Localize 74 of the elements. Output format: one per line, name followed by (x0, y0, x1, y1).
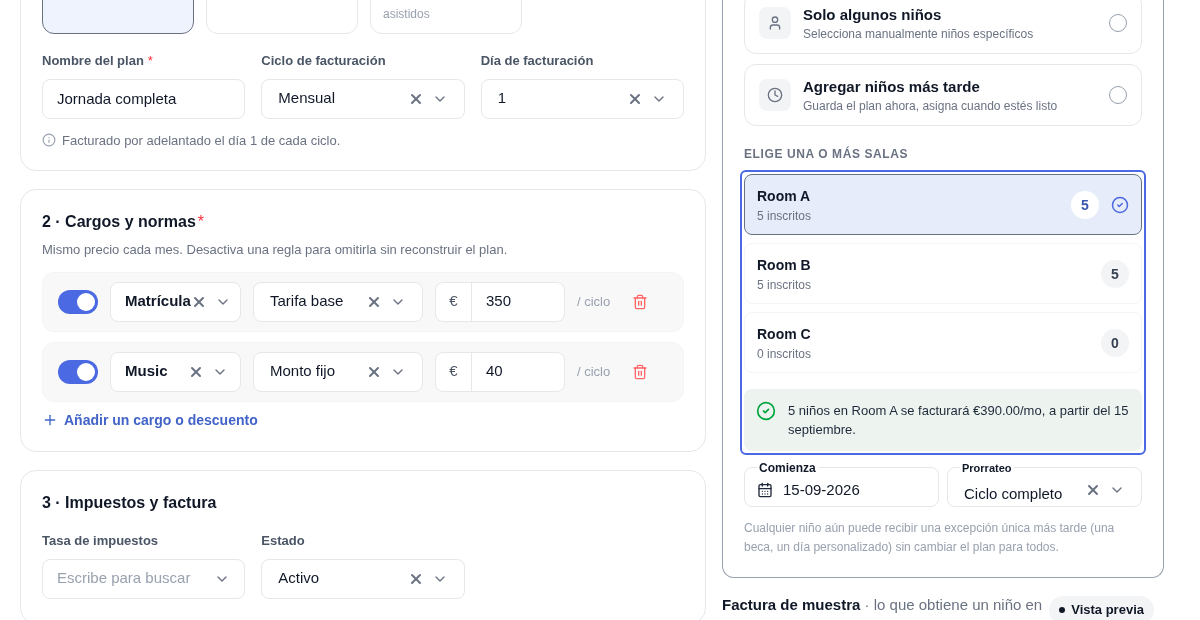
assign-option-card[interactable]: Agregar niños más tarde Guarda el plan ahora, asigna cuando estés listo (744, 64, 1142, 126)
amount-value: 40 (485, 361, 504, 382)
text-field[interactable]: Jornada completa (42, 78, 246, 119)
select-field[interactable]: Mensual (261, 78, 465, 119)
currency-prefix: € (436, 352, 472, 391)
room-name: Room B (757, 255, 812, 275)
section-title: 3 · Impuestos y factura (42, 493, 218, 513)
select-value: Matrícula (125, 291, 191, 312)
required-asterisk: * (147, 52, 153, 70)
section-description: Mismo precio cada mes. Desactiva una regla para omitirla sin reconstruir el plan. (42, 241, 509, 259)
assign-option-card[interactable]: Solo algunos niños Selecciona manualmente niños específicos (744, 0, 1142, 54)
amount-field[interactable]: € 40 (435, 351, 565, 392)
section-title: 2 · Cargos y normas (42, 212, 196, 232)
add-charge-link[interactable]: Añadir un cargo o descuento (42, 409, 258, 431)
select-value: Ciclo completo (964, 483, 1063, 504)
check-circle-icon (756, 401, 776, 421)
plus-icon (42, 412, 58, 428)
room-name: Room A (757, 186, 812, 206)
field-label: Nombre del plan (42, 52, 144, 70)
room-enrolled: 5 inscritos (757, 207, 812, 224)
select-value: Mensual (278, 88, 336, 109)
delete-icon[interactable] (632, 363, 648, 380)
charge-name-select[interactable]: Matrícula (110, 281, 241, 322)
room-option[interactable]: Room C 0 inscritos 0 (744, 312, 1142, 373)
count-badge: 0 (1101, 328, 1129, 357)
option-subtitle: Selecciona manualmente niños específicos (803, 26, 1034, 43)
unit-label: / ciclo (577, 362, 611, 381)
charge-name-select[interactable]: Music (110, 351, 241, 392)
note-text: Cualquier niño aún puede recibir una excepción única más tarde (una beca, un día personalizado) sin cambiar el plan para todos. (744, 520, 1116, 556)
select-value: Monto fijo (270, 361, 336, 382)
field-label: Estado (261, 532, 305, 550)
tile-caption: asistidos (383, 7, 430, 21)
delete-icon[interactable] (632, 293, 648, 310)
option-subtitle: Guarda el plan ahora, asigna cuando estés listo (803, 98, 1058, 115)
field-label: Tasa de impuestos (42, 532, 159, 550)
toggle-switch[interactable] (58, 359, 98, 384)
summary-text: 5 niños en Room A se facturará €390.00/mo, a partir del 15 septiembre. (788, 402, 1130, 439)
select-field[interactable]: Activo (261, 558, 465, 599)
required-asterisk: * (197, 212, 205, 232)
select-field[interactable]: 1 (480, 78, 684, 119)
preview-badge: Vista previa (1049, 596, 1154, 620)
clear-icon[interactable] (1085, 482, 1101, 498)
placeholder-text: Escribe para buscar (57, 568, 191, 589)
date-value: 15-09-2026 (783, 479, 860, 500)
select-value: Activo (278, 568, 320, 589)
select-value: 1 (497, 88, 506, 109)
room-enrolled: 5 inscritos (757, 276, 812, 293)
select-value: Music (125, 361, 168, 382)
sample-invoice-heading: Factura de muestra · lo que obtiene un niño en (722, 595, 1043, 615)
option-title: Solo algunos niños (803, 4, 943, 25)
check-circle-icon (1111, 195, 1129, 214)
option-title: Agregar niños más tarde (803, 76, 981, 97)
room-option[interactable]: Room B 5 inscritos 5 (744, 243, 1142, 304)
amount-field[interactable]: € 350 (435, 281, 565, 322)
charge-type-select[interactable]: Tarifa base (253, 281, 423, 322)
count-badge: 5 (1071, 190, 1099, 219)
calendar-icon (757, 482, 773, 498)
room-option[interactable]: Room A 5 inscritos 5 (744, 174, 1142, 235)
clock-icon (767, 87, 783, 103)
field-label: Ciclo de facturación (261, 52, 386, 70)
currency-prefix: € (436, 282, 472, 321)
person-icon (767, 15, 783, 31)
room-name: Room C (757, 324, 812, 344)
field-label: Día de facturación (480, 52, 594, 70)
amount-value: 350 (485, 291, 513, 312)
info-icon (42, 133, 56, 148)
rooms-label: ELIGE UNA O MÁS SALAS (744, 146, 910, 162)
hint-text: Facturado por adelantado el día 1 de cada ciclo. (62, 131, 341, 150)
charge-type-select[interactable]: Monto fijo (253, 351, 423, 392)
count-badge: 5 (1101, 259, 1129, 288)
unit-label: / ciclo (577, 292, 611, 311)
toggle-switch[interactable] (58, 289, 98, 314)
select-value: Tarifa base (270, 291, 344, 312)
room-enrolled: 0 inscritos (757, 345, 812, 362)
